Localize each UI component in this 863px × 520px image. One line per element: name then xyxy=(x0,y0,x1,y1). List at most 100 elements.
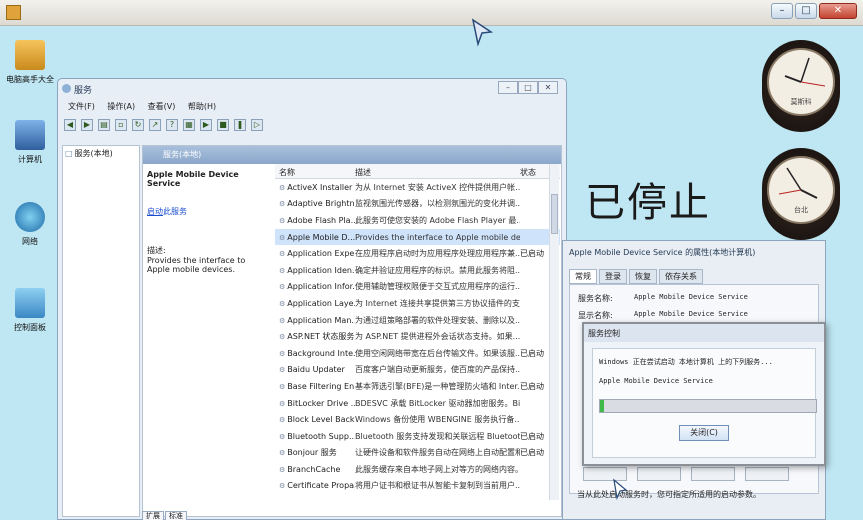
menu-help[interactable]: 帮助(H) xyxy=(188,102,216,111)
table-row[interactable]: Application Expe...在应用程序启动时为应用程序处理应用程序兼.… xyxy=(275,245,560,262)
service-control-dialog[interactable]: 服务控制 Windows 正在尝试启动 本地计算机 上的下列服务... Appl… xyxy=(582,322,826,466)
console-icon[interactable]: ▦ xyxy=(183,119,195,131)
menu-bar: 文件(F) 操作(A) 查看(V) 帮助(H) xyxy=(58,99,566,115)
clock-face-icon: 台北 xyxy=(767,156,835,224)
tab-recovery[interactable]: 恢复 xyxy=(629,269,657,284)
table-row[interactable]: ASP.NET 状态服务为 ASP.NET 提供进程外会话状态支持。如果... xyxy=(275,328,560,345)
tree-node-services[interactable]: 服务(本地) xyxy=(65,148,137,159)
maximize-button[interactable]: □ xyxy=(518,81,538,94)
table-row[interactable]: ActiveX Installer ...为从 Internet 安装 Acti… xyxy=(275,179,560,196)
restart-service-icon[interactable]: ▷ xyxy=(251,119,263,131)
view-tabs: 扩展 标准 xyxy=(142,511,188,520)
menu-view[interactable]: 查看(V) xyxy=(148,102,176,111)
table-row[interactable]: Bonjour 服务让硬件设备和软件服务自动在网络上自动配置和...已启动 xyxy=(275,445,560,462)
tab-extended[interactable]: 扩展 xyxy=(142,511,164,520)
cell-name: Certificate Propa... xyxy=(275,481,355,490)
column-status[interactable]: 状态 xyxy=(520,167,550,178)
table-row[interactable]: Background Inte...使用空闲网络带宽在后台传输文件。如果该服..… xyxy=(275,345,560,362)
stop-button[interactable] xyxy=(637,467,681,481)
cell-desc: 百度客户端自动更新服务，使百度的产品保持... xyxy=(355,365,520,375)
refresh-icon[interactable]: ↻ xyxy=(132,119,144,131)
cell-desc: 基本筛选引擎(BFE)是一种管理防火墙和 Inter... xyxy=(355,381,520,391)
show-hide-tree-icon[interactable]: ▤ xyxy=(98,119,110,131)
menu-action[interactable]: 操作(A) xyxy=(107,102,135,111)
cell-name: Bonjour 服务 xyxy=(275,447,355,458)
pointer-cursor-icon xyxy=(613,478,628,500)
cell-name: Bluetooth Supp... xyxy=(275,432,355,441)
desktop-icon-label: 网络 xyxy=(22,237,38,246)
table-row[interactable]: Application Man...为通过组策略部署的软件处理安装、删除以及..… xyxy=(275,312,560,329)
cell-name: Apple Mobile D... xyxy=(275,233,355,242)
cell-desc: 此服务可使您安装的 Adobe Flash Player 最... xyxy=(355,215,520,225)
table-row[interactable]: Adaptive Brightn...监视氛围光传感器，以检测氛围光的变化并调.… xyxy=(275,196,560,213)
cell-desc: 为通过组策略部署的软件处理安装、删除以及... xyxy=(355,315,520,325)
close-button[interactable]: ✕ xyxy=(538,81,558,94)
table-row[interactable]: Application Iden...确定并验证应用程序的标识。禁用此服务将阻.… xyxy=(275,262,560,279)
services-icon xyxy=(62,84,71,93)
table-row[interactable]: Adobe Flash Pla...此服务可使您安装的 Adobe Flash … xyxy=(275,212,560,229)
close-dialog-button[interactable]: 关闭(C) xyxy=(679,425,729,441)
clock-face-icon: 莫斯科 xyxy=(767,48,835,116)
minimize-button[interactable]: – xyxy=(771,3,793,19)
cell-desc: 确定并验证应用程序的标识。禁用此服务将阻... xyxy=(355,265,520,275)
table-row[interactable]: Base Filtering En...基本筛选引擎(BFE)是一种管理防火墙和… xyxy=(275,378,560,395)
cell-name: ActiveX Installer ... xyxy=(275,183,355,192)
export-icon[interactable]: ↗ xyxy=(149,119,161,131)
table-row[interactable]: Apple Mobile D...Provides the interface … xyxy=(275,228,560,246)
table-row[interactable]: Bluetooth Supp...Bluetooth 服务支持发现和关联远程 B… xyxy=(275,428,560,445)
table-row[interactable]: Block Level Back...Windows 备份使用 WBENGINE… xyxy=(275,411,560,428)
description-text: Provides the interface to Apple mobile d… xyxy=(147,256,246,274)
table-row[interactable]: BranchCache此服务缓存来自本地子网上对等方的网络内容。 xyxy=(275,461,560,478)
resume-button[interactable] xyxy=(745,467,789,481)
pause-button[interactable] xyxy=(691,467,735,481)
table-row[interactable]: Application Infor...使用辅助管理权限便于交互式应用程序的运行… xyxy=(275,279,560,296)
control-panel-icon xyxy=(15,288,45,318)
cell-name: Application Laye... xyxy=(275,299,355,308)
scrollbar-thumb[interactable] xyxy=(551,194,558,234)
cell-status: 已启动 xyxy=(520,348,544,358)
display-name-value: Apple Mobile Device Service xyxy=(634,310,748,318)
tab-dependencies[interactable]: 依存关系 xyxy=(659,269,703,284)
action-link-suffix: 此服务 xyxy=(163,207,187,216)
cell-desc: 监视氛围光传感器，以检测氛围光的变化并调... xyxy=(355,199,520,209)
tab-logon[interactable]: 登录 xyxy=(599,269,627,284)
column-name[interactable]: 名称 xyxy=(275,167,355,178)
properties-icon[interactable]: ▫ xyxy=(115,119,127,131)
desktop-icon-control-panel[interactable]: 控制面板 xyxy=(6,288,54,333)
close-button[interactable]: ✕ xyxy=(819,3,857,19)
services-title-bar: 服务 – □ ✕ xyxy=(58,79,566,99)
clock-gadget[interactable]: 莫斯科 xyxy=(762,40,840,132)
cell-desc: 此服务缓存来自本地子网上对等方的网络内容。 xyxy=(355,464,520,474)
stop-service-icon[interactable]: ■ xyxy=(217,119,229,131)
list-header: 名称 描述 状态 xyxy=(275,164,560,179)
services-panel: 服务(本地) Apple Mobile Device Service 启动此服务… xyxy=(142,145,562,517)
computer-icon xyxy=(15,120,45,150)
tab-standard[interactable]: 标准 xyxy=(165,511,187,520)
start-service-link[interactable]: 启动 xyxy=(147,207,163,216)
table-row[interactable]: Baidu Updater百度客户端自动更新服务，使百度的产品保持... xyxy=(275,362,560,379)
table-row[interactable]: Application Laye...为 Internet 连接共享提供第三方协… xyxy=(275,295,560,312)
pause-service-icon[interactable]: ❚ xyxy=(234,119,246,131)
start-service-icon[interactable]: ▶ xyxy=(200,119,212,131)
forward-icon[interactable]: ▶ xyxy=(81,119,93,131)
back-icon[interactable]: ◀ xyxy=(64,119,76,131)
menu-file[interactable]: 文件(F) xyxy=(68,102,95,111)
start-parameters-note: 当从此处启动服务时，您可指定所适用的启动参数。 xyxy=(577,490,761,499)
maximize-button[interactable]: □ xyxy=(795,3,817,19)
tab-general[interactable]: 常规 xyxy=(569,269,597,284)
desktop-icon-network[interactable]: 网络 xyxy=(6,202,54,247)
services-window[interactable]: 服务 – □ ✕ 文件(F) 操作(A) 查看(V) 帮助(H) ◀ ▶ ▤ ▫… xyxy=(57,78,567,520)
cell-name: Application Expe... xyxy=(275,249,355,258)
minimize-button[interactable]: – xyxy=(498,81,518,94)
desktop-icon-folder[interactable]: 电脑高手大全 xyxy=(6,40,54,85)
table-row[interactable]: BitLocker Drive ...BDESVC 承载 BitLocker 驱… xyxy=(275,395,560,412)
desktop-icon-computer[interactable]: 计算机 xyxy=(6,120,54,165)
clock-gadget[interactable]: 台北 xyxy=(762,148,840,240)
column-description[interactable]: 描述 xyxy=(355,167,520,178)
table-row[interactable]: Certificate Propa...将用户证书和根证书从智能卡复制到当前用户… xyxy=(275,478,560,495)
cell-name: Adobe Flash Pla... xyxy=(275,216,355,225)
vertical-scrollbar[interactable] xyxy=(549,164,559,500)
cell-name: Background Inte... xyxy=(275,349,355,358)
help-icon[interactable]: ? xyxy=(166,119,178,131)
cell-status: 已启动 xyxy=(520,381,544,391)
